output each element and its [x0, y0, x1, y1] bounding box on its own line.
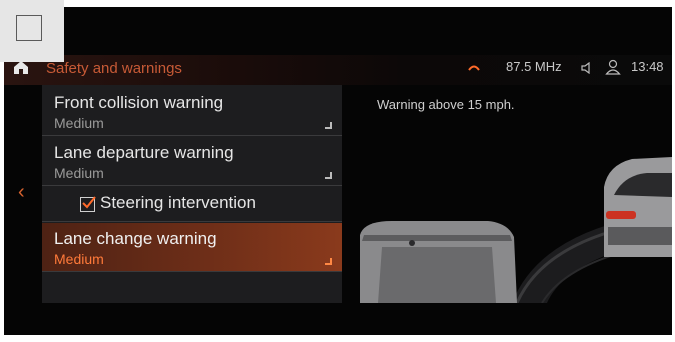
menu-item-value: Medium [54, 165, 104, 181]
menu-item-label: Lane departure warning [54, 143, 234, 162]
bottom-bar [4, 303, 672, 335]
checkbox-label: Steering intervention [100, 193, 256, 212]
menu-item-lane-change[interactable]: Lane change warning Medium [42, 223, 342, 272]
chevron-left-icon[interactable]: ‹ [18, 181, 25, 204]
steering-intervention-checkbox[interactable] [80, 196, 96, 212]
checkmark-icon [82, 196, 96, 209]
menu-item-value: Medium [54, 251, 104, 267]
clock: 13:48 [631, 59, 664, 74]
volume-icon [581, 62, 590, 74]
window-toggle-button[interactable] [0, 0, 64, 62]
submenu-corner-icon [325, 122, 332, 129]
menu-item-label: Lane change warning [54, 229, 217, 248]
lane-change-illustration [360, 157, 672, 303]
sound-icon [468, 65, 480, 71]
info-text: Warning above 15 mph. [377, 97, 515, 112]
menu-item-lane-departure[interactable]: Lane departure warning Medium [42, 137, 342, 186]
submenu-corner-icon [325, 172, 332, 179]
window-icon [16, 15, 42, 41]
menu-item-value: Medium [54, 115, 104, 131]
idrive-screen: Safety and warnings 87.5 MHz 13:48 ‹ Fro… [4, 7, 672, 335]
page-title: Safety and warnings [46, 60, 182, 77]
menu-item-label: Front collision warning [54, 93, 224, 112]
user-icon [605, 59, 621, 75]
radio-frequency: 87.5 MHz [506, 59, 562, 74]
menu-item-front-collision[interactable]: Front collision warning Medium [42, 87, 342, 136]
submenu-corner-icon [325, 258, 332, 265]
steering-intervention-row[interactable]: Steering intervention [42, 187, 342, 222]
